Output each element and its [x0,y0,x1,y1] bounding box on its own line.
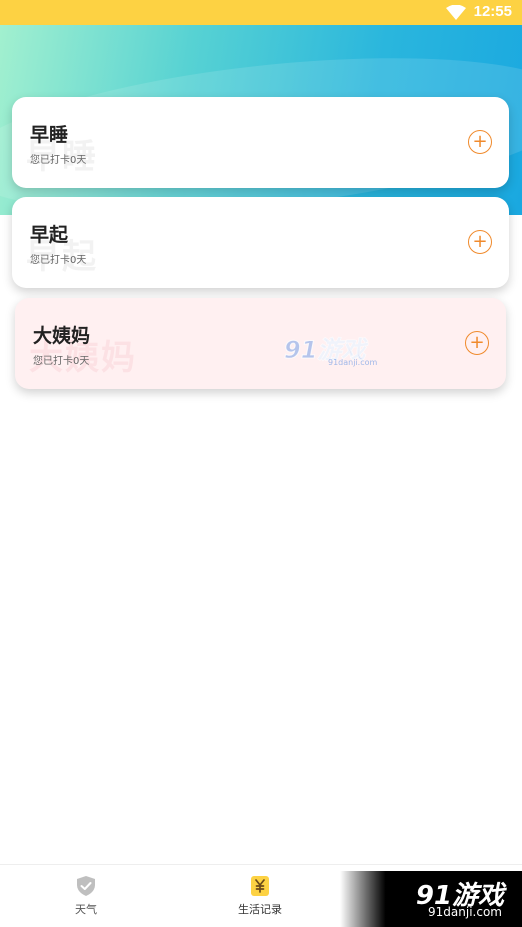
card-checkin-count: 您已打卡0天 [30,155,87,166]
card-title: 早睡 [30,124,69,146]
watermark-site: 91danji.com [328,358,378,367]
card-checkin-count: 您已打卡0天 [33,356,90,367]
plus-circle-icon: + [472,231,488,252]
nav-label: 生活记录 [238,903,282,916]
habit-card-early-rise[interactable]: 早起 早起 您已打卡0天 + [12,197,509,288]
habit-card-early-sleep[interactable]: 早睡 早睡 您已打卡0天 + [12,97,509,188]
corner-watermark-site: 91danji.com [428,905,502,919]
habit-card-period[interactable]: 大姨妈 大姨妈 您已打卡0天 + [15,298,506,389]
add-checkin-button[interactable]: + [468,130,492,154]
shield-check-icon [77,876,95,896]
nav-item-life-record[interactable]: 生活记录 [220,875,300,917]
yen-ticket-icon [251,876,269,896]
card-checkin-count: 您已打卡0天 [30,255,87,266]
status-time: 12:55 [473,3,512,20]
status-bar: 12:55 [0,0,522,25]
wifi-icon [446,5,466,20]
watermark-logo: 91游戏 91danji.com [283,332,380,372]
plus-circle-icon: + [472,131,488,152]
add-checkin-button[interactable]: + [465,331,489,355]
nav-label: 天气 [75,903,97,916]
card-title: 早起 [30,224,69,246]
nav-item-weather[interactable]: 天气 [46,875,126,917]
corner-watermark: 91游戏 91danji.com [340,871,522,927]
card-title: 大姨妈 [33,325,91,347]
add-checkin-button[interactable]: + [468,230,492,254]
plus-circle-icon: + [469,332,485,353]
